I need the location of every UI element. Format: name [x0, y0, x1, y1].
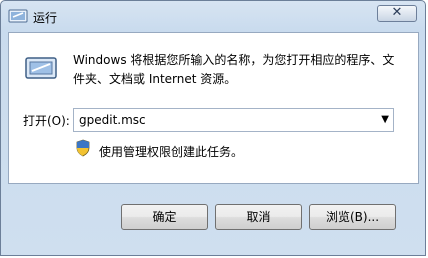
open-combobox[interactable]: gpedit.msc ▼	[73, 108, 394, 132]
run-app-icon	[8, 9, 28, 23]
description-text: Windows 将根据您所输入的名称，为您打开相应的程序、文件夹、文档或 Int…	[73, 53, 395, 86]
close-icon: ✕	[391, 5, 403, 20]
open-label: 打开(O):	[23, 114, 70, 128]
ok-button[interactable]: 确定	[121, 204, 208, 230]
run-program-icon	[25, 57, 57, 79]
chevron-down-icon[interactable]: ▼	[381, 114, 389, 125]
dialog-body: Windows 将根据您所输入的名称，为您打开相应的程序、文件夹、文档或 Int…	[8, 32, 419, 184]
open-input-value[interactable]: gpedit.msc	[79, 113, 146, 127]
title-bar[interactable]: 运行 ✕	[1, 1, 425, 31]
cancel-button[interactable]: 取消	[215, 204, 302, 230]
close-button[interactable]: ✕	[377, 5, 417, 22]
admin-rights-note: 使用管理权限创建此任务。	[99, 145, 244, 159]
uac-shield-icon	[76, 139, 90, 157]
window-title: 运行	[33, 11, 58, 25]
run-dialog: 运行 ✕ Windows 将根据您所输入的名称，为您打开相应的程序、文件夹、文档…	[0, 0, 426, 256]
browse-button[interactable]: 浏览(B)...	[309, 204, 396, 230]
